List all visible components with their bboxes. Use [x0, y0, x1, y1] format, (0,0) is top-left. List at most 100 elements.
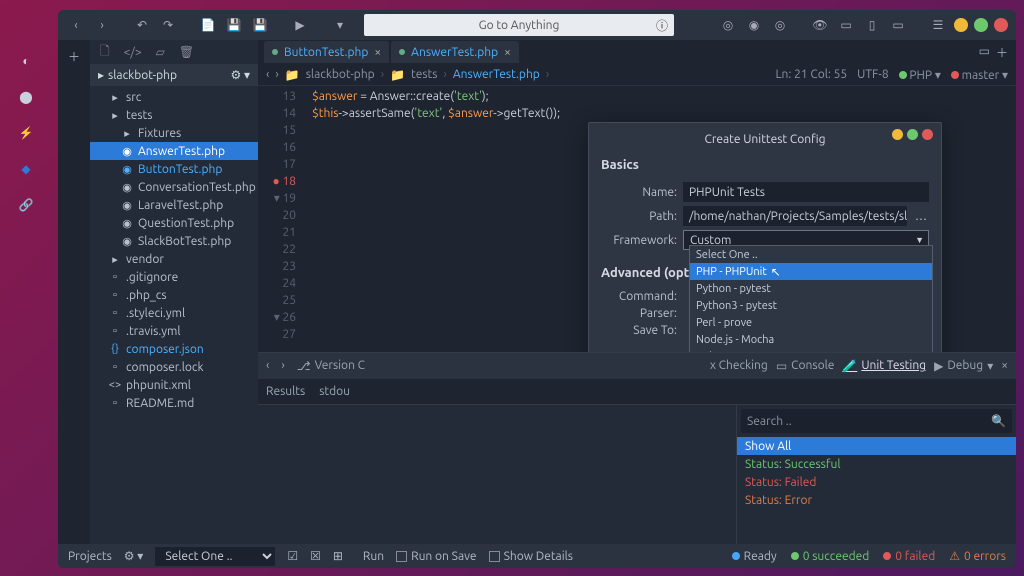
tab-syntax-checking[interactable]: x Checking	[710, 359, 768, 373]
editor-tab[interactable]: AnswerTest.php ×	[391, 41, 519, 63]
tab-debug[interactable]: ▶ Debug ▾	[934, 359, 993, 373]
nav-left-icon[interactable]: ‹	[266, 68, 269, 81]
tree-item[interactable]: ▸src	[90, 88, 258, 106]
launcher-icon[interactable]: ◆	[15, 158, 37, 180]
framework-option[interactable]: Python - pytest	[690, 280, 932, 297]
projects-label[interactable]: Projects	[68, 550, 112, 563]
tree-item[interactable]: ▸vendor	[90, 250, 258, 268]
layout-icon[interactable]: ▭	[836, 15, 856, 35]
launcher-icon[interactable]: ⚡	[15, 122, 37, 144]
cancel-icon[interactable]: ☒	[310, 549, 321, 563]
tab-unit-testing[interactable]: 🧪 Unit Testing	[842, 359, 926, 373]
tree-item[interactable]: ◉QuestionTest.php	[90, 214, 258, 232]
tree-item[interactable]: ▸Fixtures	[90, 124, 258, 142]
goto-input[interactable]: Go to Anything ⓘ	[364, 14, 674, 36]
config-select[interactable]: Select One ..	[155, 547, 275, 566]
gear-icon[interactable]: ⚙ ▾	[230, 68, 250, 82]
layout-icon[interactable]: ▯	[862, 15, 882, 35]
eye-icon[interactable]: 👁	[810, 15, 830, 35]
framework-option[interactable]: Node.js - Mocha	[690, 331, 932, 348]
trash-icon[interactable]: 🗑	[179, 45, 194, 59]
tree-item[interactable]: {}composer.json	[90, 340, 258, 358]
encoding[interactable]: UTF-8	[857, 68, 888, 81]
path-input[interactable]: /home/nathan/Projects/Samples/tests/slac…	[683, 206, 907, 226]
redo-button[interactable]: ↷	[158, 15, 178, 35]
nav-right-icon[interactable]: ›	[281, 359, 284, 372]
git-branch[interactable]: master	[962, 69, 1000, 82]
code-editor[interactable]: 1314151617● 18▾ 19202122232425▾ 2627 $an…	[258, 86, 1016, 352]
close-icon[interactable]	[922, 129, 933, 140]
dropdown-button[interactable]: ▾	[330, 15, 350, 35]
tree-item[interactable]: ▫composer.lock	[90, 358, 258, 376]
nav-right-icon[interactable]: ›	[275, 68, 278, 81]
add-icon[interactable]: ＋	[64, 46, 84, 66]
launcher-icon[interactable]: ⬤	[15, 86, 37, 108]
add-icon[interactable]: ⊞	[333, 549, 343, 563]
save-all-button[interactable]: 💾	[250, 15, 270, 35]
tree-item[interactable]: ▫.gitignore	[90, 268, 258, 286]
maximize-icon[interactable]	[907, 129, 918, 140]
tab-console[interactable]: ▭ Console	[776, 359, 835, 373]
crumb[interactable]: tests	[411, 68, 437, 81]
tree-item[interactable]: <>phpunit.xml	[90, 376, 258, 394]
close-icon[interactable]	[994, 18, 1008, 32]
split-icon[interactable]: ▭	[979, 44, 990, 61]
launcher-icon[interactable]: 🔗	[15, 194, 37, 216]
run-on-save-checkbox[interactable]: Run on Save	[396, 550, 476, 563]
framework-option[interactable]: PHP - PHPUnit ↖	[690, 263, 932, 280]
tree-item[interactable]: ▫.php_cs	[90, 286, 258, 304]
show-details-checkbox[interactable]: Show Details	[489, 550, 573, 563]
tab-stdout[interactable]: stdou	[319, 385, 350, 398]
tree-item[interactable]: ◉ConversationTest.php	[90, 178, 258, 196]
close-icon[interactable]: ×	[504, 46, 511, 59]
minimize-icon[interactable]	[954, 18, 968, 32]
filter-error[interactable]: Status: Error	[737, 491, 1016, 509]
browse-button[interactable]: …	[913, 210, 929, 223]
layout-icon[interactable]: ▭	[888, 15, 908, 35]
forward-button[interactable]: ›	[92, 15, 112, 35]
run-button[interactable]: Run	[363, 550, 384, 563]
tree-item[interactable]: ◉SlackBotTest.php	[90, 232, 258, 250]
filter-successful[interactable]: Status: Successful	[737, 455, 1016, 473]
tree-item[interactable]: ▫.travis.yml	[90, 322, 258, 340]
tree-item[interactable]: ▫README.md	[90, 394, 258, 412]
gear-icon[interactable]: ⚙ ▾	[124, 549, 144, 563]
back-button[interactable]: ‹	[66, 15, 86, 35]
record-icon[interactable]: ◎	[770, 15, 790, 35]
framework-option[interactable]: Python3 - pytest	[690, 297, 932, 314]
tree-item[interactable]: ▫.styleci.yml	[90, 304, 258, 322]
crumb-file[interactable]: AnswerTest.php	[453, 68, 540, 81]
tree-item[interactable]: ◉ButtonTest.php	[90, 160, 258, 178]
filter-failed[interactable]: Status: Failed	[737, 473, 1016, 491]
dom-icon[interactable]: ▱	[156, 45, 165, 59]
files-icon[interactable]: 🗋	[100, 42, 110, 63]
tab-version-control[interactable]: ⎇ Version C	[297, 359, 365, 373]
launcher-icon[interactable]: ◐	[15, 50, 37, 72]
maximize-icon[interactable]	[974, 18, 988, 32]
editor-tab[interactable]: ButtonTest.php ×	[264, 41, 389, 63]
test-search-input[interactable]: Search .. 🔍	[741, 409, 1012, 433]
checkbox-icon[interactable]: ☑	[287, 549, 298, 563]
new-file-button[interactable]: 📄	[198, 15, 218, 35]
crumb[interactable]: slackbot-php	[306, 68, 375, 81]
record-icon[interactable]: ◉	[744, 15, 764, 35]
filter-show-all[interactable]: Show All	[737, 437, 1016, 455]
framework-option[interactable]: Select One ..	[690, 246, 932, 263]
project-header[interactable]: ▸ slackbot-php ⚙ ▾	[90, 64, 258, 86]
help-icon[interactable]: ⓘ	[656, 17, 668, 34]
run-button[interactable]: ▶	[290, 15, 310, 35]
record-icon[interactable]: ◎	[718, 15, 738, 35]
tree-item[interactable]: ◉LaravelTest.php	[90, 196, 258, 214]
minimize-icon[interactable]	[892, 129, 903, 140]
tree-item[interactable]: ◉AnswerTest.php	[90, 142, 258, 160]
language[interactable]: PHP	[909, 69, 932, 82]
undo-button[interactable]: ↶	[132, 15, 152, 35]
framework-option[interactable]: Perl - prove	[690, 314, 932, 331]
name-input[interactable]: PHPUnit Tests	[683, 182, 929, 202]
close-icon[interactable]: ×	[1001, 359, 1008, 373]
code-icon[interactable]: </>	[124, 46, 142, 59]
menu-icon[interactable]: ☰	[928, 15, 948, 35]
save-button[interactable]: 💾	[224, 15, 244, 35]
tab-results[interactable]: Results	[266, 385, 305, 398]
framework-option[interactable]: Ruby - RSpec	[690, 348, 932, 352]
